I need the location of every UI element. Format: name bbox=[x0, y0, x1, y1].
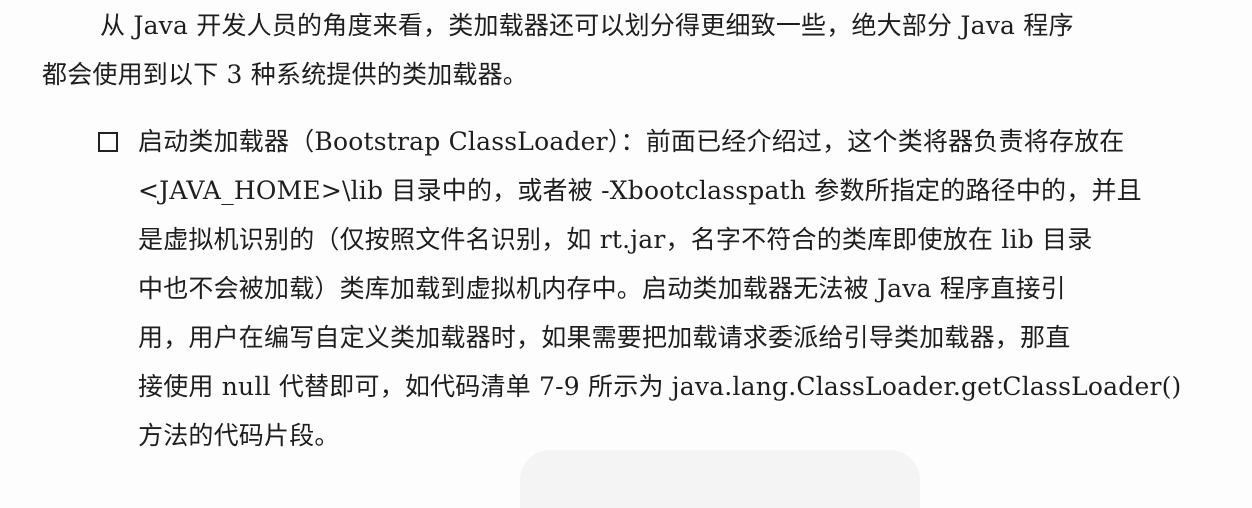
checkbox-bullet-icon bbox=[98, 132, 118, 152]
bullet-line-4: 中也不会被加载）类库加载到虚拟机内存中。启动类加载器无法被 Java 程序直接引 bbox=[138, 274, 1066, 303]
document-page: 从 Java 开发人员的角度来看，类加载器还可以划分得更细致一些，绝大部分 Ja… bbox=[0, 0, 1252, 508]
bullet-line-5: 用，用户在编写自定义类加载器时，如果需要把加载请求委派给引导类加载器，那直 bbox=[138, 323, 1071, 352]
scan-shading bbox=[520, 450, 920, 508]
bullet-line-1: 启动类加载器（Bootstrap ClassLoader）：前面已经介绍过，这个… bbox=[138, 127, 1125, 156]
intro-line-2: 都会使用到以下 3 种系统提供的类加载器。 bbox=[42, 60, 529, 89]
intro-line-1: 从 Java 开发人员的角度来看，类加载器还可以划分得更细致一些，绝大部分 Ja… bbox=[100, 11, 1074, 40]
bullet-line-6: 接使用 null 代替即可，如代码清单 7-9 所示为 java.lang.Cl… bbox=[138, 372, 1182, 401]
bullet-line-2: <JAVA_HOME>\lib 目录中的，或者被 -Xbootclasspath… bbox=[138, 176, 1142, 205]
bullet-line-3: 是虚拟机识别的（仅按照文件名识别，如 rt.jar，名字不符合的类库即使放在 l… bbox=[138, 225, 1093, 254]
bullet-line-7: 方法的代码片段。 bbox=[138, 421, 340, 450]
